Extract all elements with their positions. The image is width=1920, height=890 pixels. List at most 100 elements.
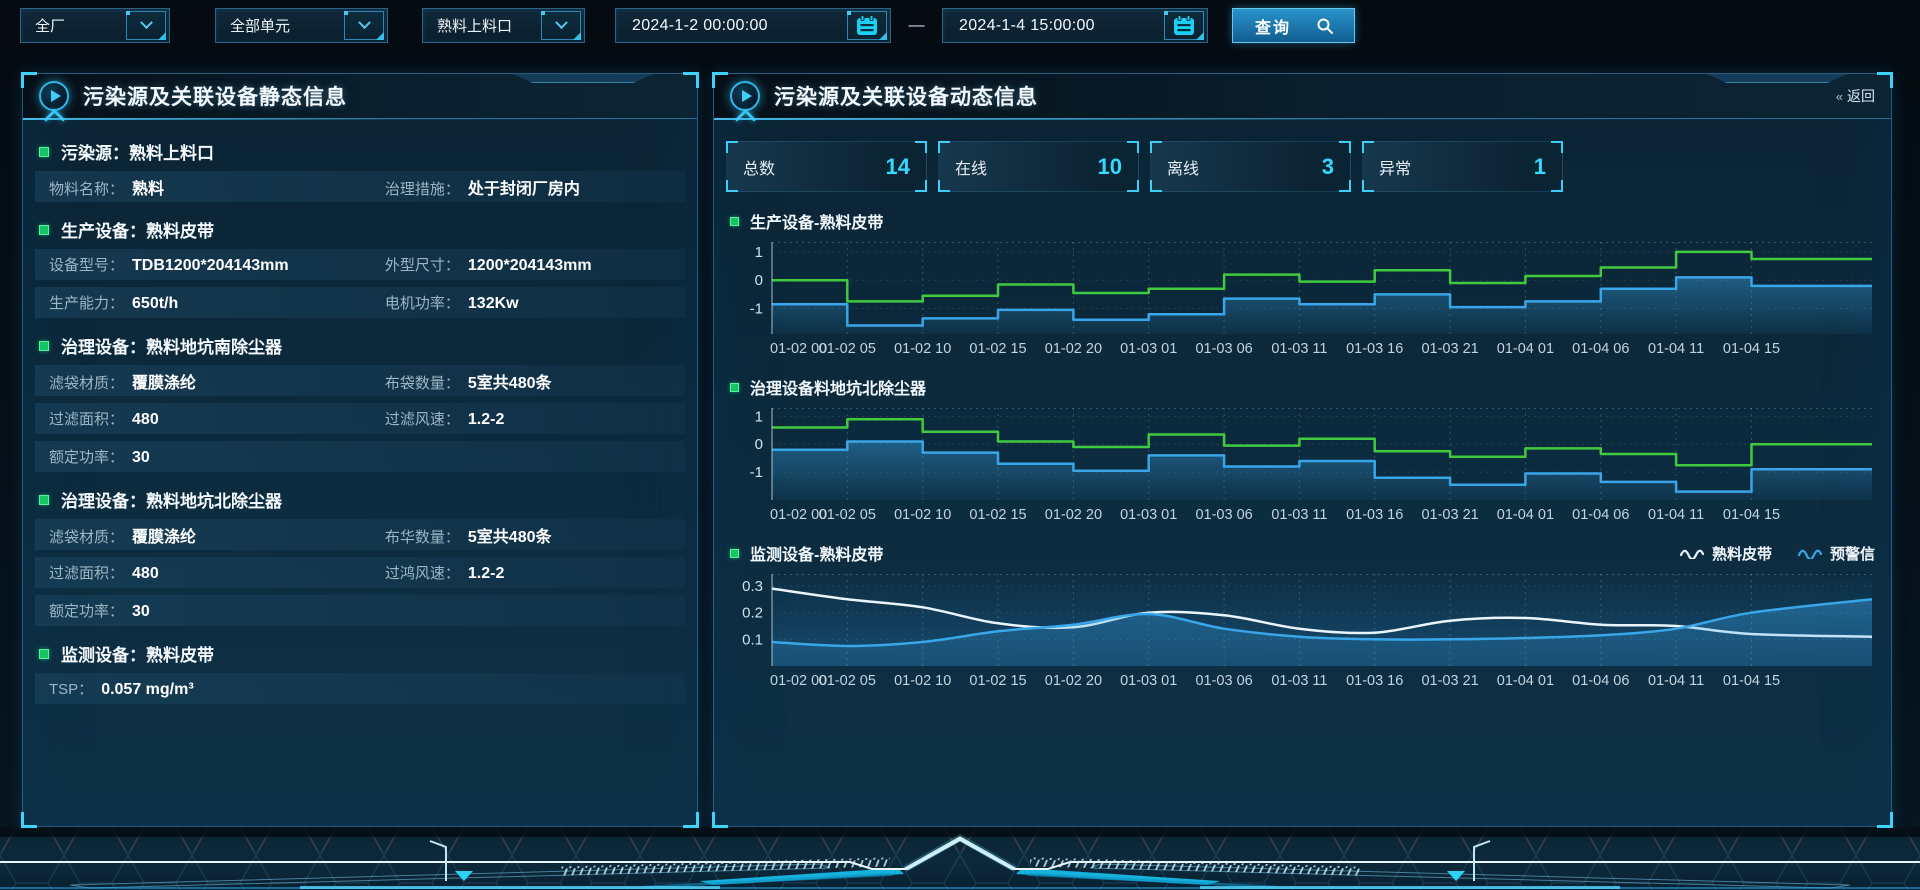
svg-text:01-02 15: 01-02 15 <box>969 507 1026 523</box>
detail-label: 过滤风速： <box>385 408 460 429</box>
stat-label: 在线 <box>955 155 987 179</box>
query-button-label: 查询 <box>1255 14 1291 38</box>
detail-value: 650t/h <box>132 295 178 313</box>
svg-text:01-03 16: 01-03 16 <box>1346 507 1403 523</box>
detail-cell: 过滤风速： 1.2-2 <box>385 408 671 429</box>
green-square-icon <box>39 495 49 505</box>
query-button[interactable]: 查询 <box>1232 8 1355 43</box>
select-source-value: 熟料上料口 <box>423 15 541 36</box>
svg-text:01-03 16: 01-03 16 <box>1346 673 1403 689</box>
detail-label: 电机功率： <box>385 292 460 313</box>
dynamic-info-panel-header: 污染源及关联设备动态信息 « 返回 <box>714 74 1891 119</box>
charts-area: 生产设备-熟料皮带 10-101-02 0001-02 0501-02 1001-… <box>714 208 1891 690</box>
select-source[interactable]: 熟料上料口 <box>422 8 585 43</box>
header-notch-decoration <box>513 74 653 83</box>
section-header: 污染源：熟料上料口 <box>35 131 685 171</box>
select-plant[interactable]: 全厂 <box>20 8 170 43</box>
select-unit[interactable]: 全部单元 <box>215 8 388 43</box>
detail-cell: 物料名称：熟料 <box>49 175 385 199</box>
stat-card-corner <box>938 141 950 153</box>
svg-text:01-04 01: 01-04 01 <box>1497 673 1554 689</box>
dynamic-info-panel: 污染源及关联设备动态信息 « 返回 总数14在线10离线3异常1 生产设备-熟料… <box>713 73 1892 827</box>
detail-value: 480 <box>132 411 159 429</box>
stat-card-corner <box>1551 141 1563 153</box>
stat-card-corner <box>1551 180 1563 192</box>
chevron-down-icon <box>140 16 153 29</box>
static-info-panel-header: 污染源及关联设备静态信息 <box>23 74 697 119</box>
stat-card-corner <box>1362 180 1374 192</box>
svg-text:01-04 11: 01-04 11 <box>1648 507 1704 523</box>
stat-card-corner <box>938 180 950 192</box>
detail-cell: 过滤面积：480 <box>49 562 385 583</box>
svg-text:01-04 01: 01-04 01 <box>1497 507 1554 523</box>
svg-text:0: 0 <box>755 436 763 453</box>
svg-text:01-04 15: 01-04 15 <box>1723 507 1780 523</box>
stat-value: 1 <box>1534 154 1546 180</box>
svg-text:01-03 21: 01-03 21 <box>1421 673 1478 689</box>
detail-value: 1.2-2 <box>468 411 504 429</box>
detail-row: 滤袋材质：覆膜涤纶布袋数量：5室共480条 <box>35 365 685 396</box>
dynamic-info-panel-title: 污染源及关联设备动态信息 <box>774 81 1038 111</box>
stat-card: 离线3 <box>1150 141 1351 192</box>
date-from-calendar-button[interactable] <box>847 11 887 40</box>
svg-text:1: 1 <box>755 244 763 261</box>
chart-block: 监测设备-熟料皮带熟料皮带预警信0.30.20.101-02 0001-02 0… <box>730 540 1875 690</box>
stat-value: 3 <box>1322 154 1334 180</box>
select-plant-dropdown-button[interactable] <box>126 11 166 40</box>
section-title: 污染源：熟料上料口 <box>61 139 214 164</box>
calendar-icon <box>855 14 879 38</box>
detail-label: 布袋数量： <box>385 372 460 393</box>
green-square-icon <box>39 341 49 351</box>
select-unit-dropdown-button[interactable] <box>344 11 384 40</box>
legend-item[interactable]: 熟料皮带 <box>1680 543 1772 564</box>
panel-corner <box>683 72 699 88</box>
detail-label: 外型尺寸： <box>385 254 460 275</box>
detail-cell: 设备型号：TDB1200*204143mm <box>49 254 385 275</box>
double-chevron-left-icon: « <box>1836 89 1841 104</box>
svg-text:01-02 10: 01-02 10 <box>894 507 951 523</box>
stat-card-corner <box>1127 141 1139 153</box>
svg-text:0.3: 0.3 <box>742 578 763 595</box>
chart-title: 生产设备-熟料皮带 <box>750 209 883 233</box>
svg-text:01-04 15: 01-04 15 <box>1723 341 1780 357</box>
wave-line-icon <box>1798 547 1822 559</box>
svg-text:01-03 11: 01-03 11 <box>1271 507 1327 523</box>
svg-text:01-03 01: 01-03 01 <box>1120 341 1177 357</box>
stat-card-corner <box>1339 141 1351 153</box>
svg-text:01-02 15: 01-02 15 <box>969 341 1026 357</box>
static-info-panel-title: 污染源及关联设备静态信息 <box>83 81 347 111</box>
detail-row: 设备型号：TDB1200*204143mm外型尺寸：1200*204143mm <box>35 249 685 280</box>
detail-value: 覆膜涤纶 <box>132 523 196 547</box>
stat-value: 10 <box>1098 154 1122 180</box>
section-header: 生产设备：熟料皮带 <box>35 209 685 249</box>
detail-cell: 外型尺寸：1200*204143mm <box>385 254 671 275</box>
svg-text:01-02 15: 01-02 15 <box>969 673 1026 689</box>
date-to-calendar-button[interactable] <box>1164 11 1204 40</box>
date-from-value: 2024-1-2 00:00:00 <box>616 17 847 35</box>
svg-text:0.2: 0.2 <box>742 605 763 622</box>
chart-title: 治理设备料地坑北除尘器 <box>750 375 926 399</box>
svg-text:01-02 20: 01-02 20 <box>1045 673 1102 689</box>
chevron-down-icon <box>358 16 371 29</box>
detail-cell: 布华数量：5室共480条 <box>385 523 671 547</box>
stat-card-corner <box>1150 180 1162 192</box>
date-to-value: 2024-1-4 15:00:00 <box>943 17 1164 35</box>
svg-text:01-02 05: 01-02 05 <box>819 673 876 689</box>
stat-card: 在线 10 <box>938 141 1139 192</box>
detail-value: 480 <box>132 565 159 583</box>
select-source-dropdown-button[interactable] <box>541 11 581 40</box>
chart-plot: 10-101-02 0001-02 0501-02 1001-02 1501-0… <box>730 240 1875 358</box>
back-button[interactable]: « 返回 <box>1836 86 1875 106</box>
svg-text:01-03 21: 01-03 21 <box>1421 507 1478 523</box>
date-from-picker[interactable]: 2024-1-2 00:00:00 <box>615 8 891 43</box>
detail-label: 过滤面积： <box>49 408 124 429</box>
panel-corner <box>21 812 37 828</box>
legend-item[interactable]: 预警信 <box>1798 543 1875 564</box>
svg-text:01-03 16: 01-03 16 <box>1346 341 1403 357</box>
stat-label: 异常 <box>1379 155 1411 179</box>
static-info-list: 污染源：熟料上料口物料名称：熟料治理措施：处于封闭厂房内生产设备：熟料皮带设备型… <box>23 119 697 704</box>
date-to-picker[interactable]: 2024-1-4 15:00:00 <box>942 8 1208 43</box>
back-button-label: 返回 <box>1847 86 1875 106</box>
panel-corner <box>712 812 728 828</box>
detail-cell: 滤袋材质：覆膜涤纶 <box>49 523 385 547</box>
